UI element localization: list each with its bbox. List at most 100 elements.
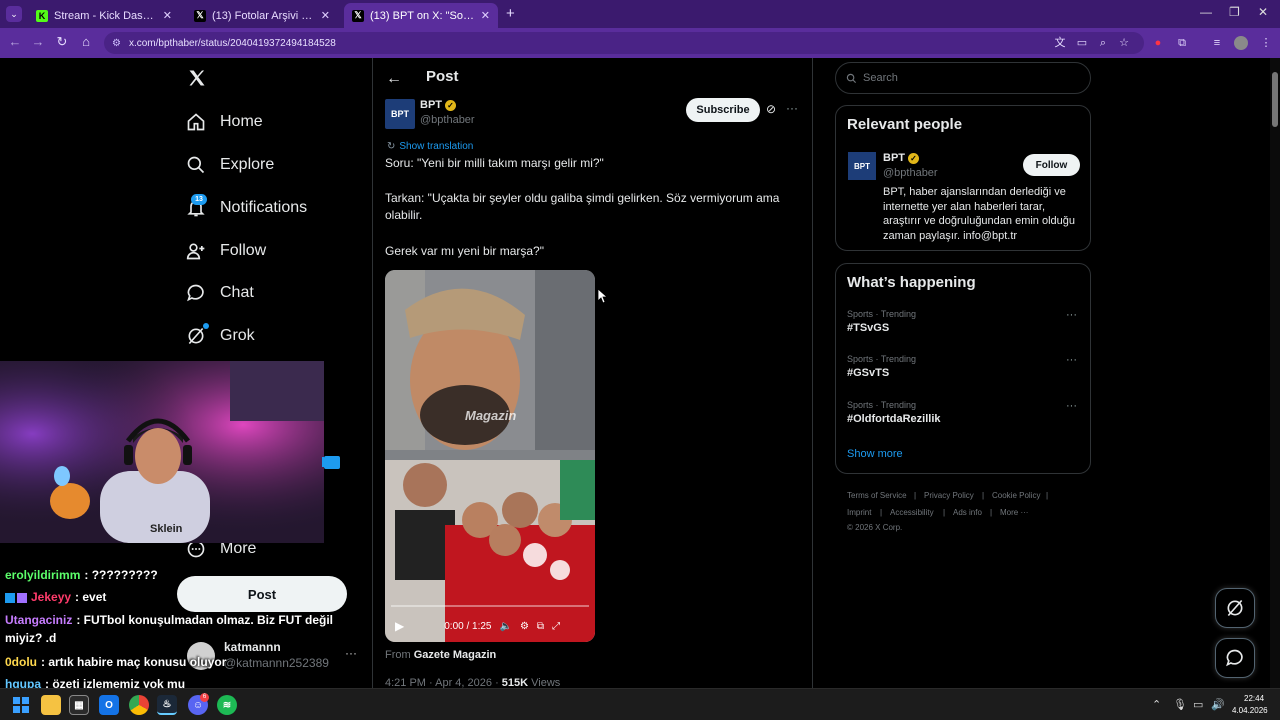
settings-icon[interactable]: ⚙: [520, 621, 529, 632]
trend-more-icon[interactable]: ···: [1066, 309, 1077, 321]
footer-cookie[interactable]: Cookie Policy: [992, 491, 1040, 500]
kick-icon: K: [36, 9, 48, 22]
fullscreen-icon[interactable]: ⤢: [552, 621, 560, 632]
author-avatar[interactable]: BPT: [385, 99, 415, 129]
reload-icon[interactable]: ↻: [53, 34, 71, 50]
page-title: Post: [426, 68, 459, 85]
windows-taskbar: ▦ O ♨ ☺ 6 ≋ ⌃ 🎙 ▭ 🔊: [0, 688, 1280, 720]
main-column-left-border: [372, 58, 373, 688]
source-link[interactable]: Gazete Magazin: [414, 649, 497, 661]
video-thumbnail: [385, 270, 595, 642]
windows-start-icon[interactable]: [11, 695, 31, 715]
close-icon[interactable]: ✕: [321, 9, 330, 22]
extensions-icon[interactable]: ⧉: [1175, 36, 1189, 50]
subscribe-button[interactable]: Subscribe: [686, 98, 760, 122]
nav-chat[interactable]: Chat: [186, 283, 254, 303]
back-icon[interactable]: ←: [6, 34, 24, 49]
back-arrow-icon[interactable]: ←: [386, 70, 402, 88]
nav-grok[interactable]: Grok: [186, 326, 255, 346]
zoom-icon[interactable]: ⌕: [1096, 36, 1110, 50]
spotify-icon[interactable]: ≋: [217, 695, 237, 715]
trend-more-icon[interactable]: ···: [1066, 400, 1077, 412]
scrollbar-thumb[interactable]: [1272, 72, 1278, 127]
outlook-icon[interactable]: O: [99, 695, 119, 715]
cast-icon[interactable]: ▭: [1075, 36, 1089, 50]
person-avatar[interactable]: BPT: [848, 152, 876, 180]
extension-red-icon[interactable]: ●: [1151, 36, 1165, 50]
show-translation-link[interactable]: ↻ Show translation: [387, 141, 473, 152]
page-scrollbar[interactable]: [1270, 58, 1280, 688]
volume-icon[interactable]: 🔈: [500, 621, 512, 632]
footer-privacy[interactable]: Privacy Policy: [924, 491, 974, 500]
clock-date[interactable]: 4.04.2026: [1232, 706, 1268, 715]
webcam-shirt-text: Sklein: [150, 523, 183, 535]
search-icon: [846, 73, 857, 83]
messages-floating-button[interactable]: [1215, 638, 1255, 678]
new-tab-button[interactable]: +: [506, 5, 515, 22]
site-info-icon[interactable]: ⚙: [112, 38, 121, 49]
file-explorer-icon[interactable]: [41, 695, 61, 715]
whats-happening-title: What’s happening: [847, 274, 976, 291]
trend-more-icon[interactable]: ···: [1066, 354, 1077, 366]
post-button[interactable]: Post: [177, 576, 347, 612]
nav-follow[interactable]: Follow: [186, 241, 266, 261]
close-window-icon[interactable]: ✕: [1258, 5, 1268, 19]
x-logo-icon[interactable]: [187, 68, 207, 88]
person-handle[interactable]: @bpthaber: [883, 167, 938, 179]
post-text-line: Tarkan: "Uçakta bir şeyler oldu galiba ş…: [385, 191, 780, 222]
whats-happening-card: What’s happening Sports · Trending #TSvG…: [835, 263, 1091, 474]
media-control-icon[interactable]: ≡: [1210, 36, 1224, 50]
footer-separator: |: [990, 508, 993, 517]
grok-explain-icon[interactable]: ⊘: [766, 102, 776, 116]
tab-kick-dashboard[interactable]: K Stream - Kick Dashboard ✕: [28, 3, 180, 28]
footer-more[interactable]: More ···: [1000, 508, 1028, 517]
close-icon[interactable]: ✕: [163, 9, 172, 22]
close-icon[interactable]: ✕: [481, 9, 490, 22]
search-box[interactable]: Search: [835, 62, 1091, 94]
chat-badge-icon: [5, 592, 15, 603]
microphone-icon[interactable]: 🎙: [1173, 698, 1187, 711]
author-handle[interactable]: @bpthaber: [420, 114, 475, 126]
profile-avatar[interactable]: [1234, 36, 1248, 50]
post-more-icon[interactable]: ···: [786, 101, 798, 115]
verified-badge-icon: ✓: [445, 99, 456, 111]
person-name[interactable]: BPT ✓: [883, 152, 919, 164]
footer-imprint[interactable]: Imprint: [847, 508, 871, 517]
post-text-line: Gerek var mı yeni bir marşa?": [385, 244, 544, 258]
person-bio: BPT, haber ajanslarından derlediği ve in…: [883, 186, 1076, 242]
follow-button[interactable]: Follow: [1023, 154, 1080, 176]
browser-menu-icon[interactable]: ⋮: [1259, 36, 1273, 50]
footer-accessibility[interactable]: Accessibility: [890, 508, 934, 517]
mouse-cursor-icon: [598, 289, 608, 303]
tray-overflow-icon[interactable]: ⌃: [1152, 698, 1161, 711]
address-bar[interactable]: ⚙ x.com/bpthaber/status/2040419372494184…: [104, 32, 1144, 54]
bookmark-star-icon[interactable]: ☆: [1117, 36, 1131, 50]
chrome-icon[interactable]: [129, 695, 149, 715]
steam-icon[interactable]: ♨: [157, 695, 177, 715]
forward-icon[interactable]: →: [29, 34, 47, 49]
tab-fotolar-arsivi[interactable]: 𝕏 (13) Fotolar Arşivi on X: "ilk 11'i ✕: [186, 3, 338, 28]
home-icon[interactable]: ⌂: [77, 34, 95, 49]
display-icon[interactable]: ▭: [1193, 698, 1203, 711]
tab-list-dropdown[interactable]: ⌄: [6, 6, 22, 22]
show-more-link[interactable]: Show more: [847, 448, 903, 460]
store-icon[interactable]: ▦: [69, 695, 89, 715]
play-icon[interactable]: ▶: [395, 619, 404, 633]
volume-icon[interactable]: 🔊: [1211, 698, 1225, 711]
post-text-line: Soru: "Yeni bir milli takım marşı gelir …: [385, 156, 604, 170]
video-progress-bar[interactable]: [391, 605, 589, 607]
nav-home[interactable]: Home: [186, 112, 263, 132]
post-video[interactable]: Magazin ▶ 0:00 / 1:25 🔈 ⚙ ⧉ ⤢: [385, 270, 595, 642]
restore-icon[interactable]: ❐: [1229, 5, 1240, 19]
clock-time[interactable]: 22:44: [1244, 694, 1264, 703]
translate-icon[interactable]: 文: [1053, 36, 1067, 50]
footer-ads-info[interactable]: Ads info: [953, 508, 982, 517]
account-more-icon[interactable]: ···: [345, 646, 357, 660]
tab-bpt-post[interactable]: 𝕏 (13) BPT on X: "Soru: "Yeni bir m ✕: [344, 3, 498, 28]
minimize-icon[interactable]: —: [1200, 5, 1212, 19]
nav-explore[interactable]: Explore: [186, 155, 274, 175]
dock-icon[interactable]: ⧉: [537, 621, 544, 632]
grok-floating-button[interactable]: [1215, 588, 1255, 628]
author-name[interactable]: BPT ✓: [420, 99, 456, 111]
footer-terms[interactable]: Terms of Service: [847, 491, 907, 500]
